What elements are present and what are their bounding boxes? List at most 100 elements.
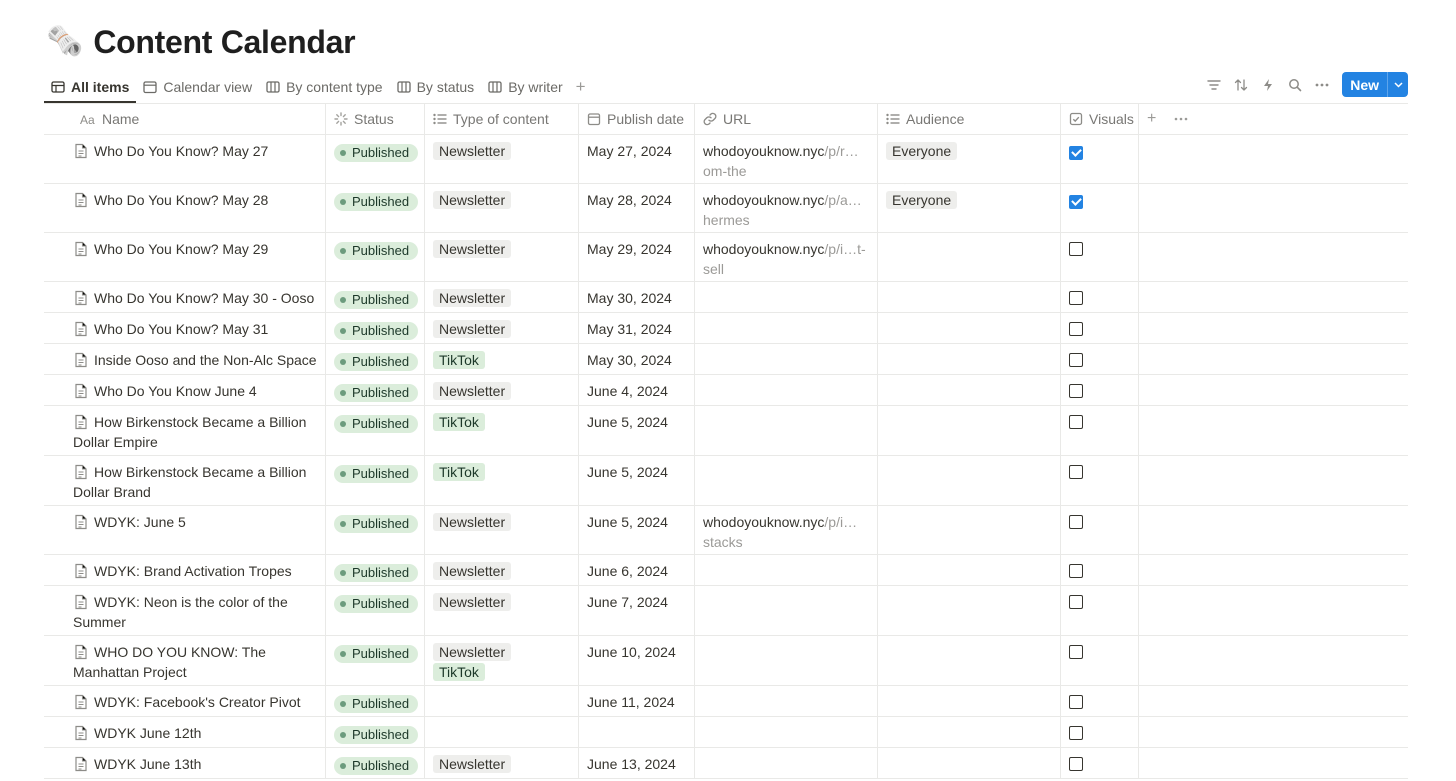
checkbox-unchecked[interactable] — [1069, 695, 1083, 709]
cell-audience[interactable]: Everyone — [878, 135, 1061, 183]
cell-audience[interactable]: Everyone — [878, 184, 1061, 232]
cell-name[interactable]: Who Do You Know? May 28 — [44, 184, 326, 232]
more-icon[interactable] — [1308, 72, 1335, 97]
table-row[interactable]: Who Do You Know June 4 Published Newslette… — [44, 375, 1408, 406]
table-row[interactable]: WDYK: Brand Activation Tropes Published Ne… — [44, 555, 1408, 586]
status-badge[interactable]: Published — [334, 384, 418, 402]
cell-date[interactable]: June 6, 2024 — [579, 555, 695, 585]
column-header-name[interactable]: Aa Name — [44, 104, 326, 134]
cell-type[interactable] — [425, 686, 579, 716]
page-icon[interactable] — [74, 241, 88, 262]
url-link[interactable]: whodoyouknow.nyc/p/i… — [703, 512, 869, 532]
status-badge[interactable]: Published — [334, 726, 418, 744]
cell-name[interactable]: How Birkenstock Became a Billion Dollar … — [44, 406, 326, 455]
table-row[interactable]: Who Do You Know? May 28 Published Newslett… — [44, 184, 1408, 233]
page-icon[interactable] — [74, 725, 88, 746]
column-header-visuals[interactable]: Visuals — [1061, 104, 1139, 134]
cell-status[interactable]: Published — [326, 748, 425, 778]
cell-visuals[interactable] — [1061, 555, 1139, 585]
cell-url[interactable]: whodoyouknow.nyc/p/a… hermes — [695, 184, 878, 232]
cell-audience[interactable] — [878, 748, 1061, 778]
cell-status[interactable]: Published — [326, 282, 425, 312]
tab-by-status[interactable]: By status — [390, 70, 482, 103]
cell-audience[interactable] — [878, 406, 1061, 455]
status-badge[interactable]: Published — [334, 695, 418, 713]
status-badge[interactable]: Published — [334, 564, 418, 582]
row-title[interactable]: Who Do You Know? May 29 — [73, 239, 317, 259]
cell-visuals[interactable] — [1061, 506, 1139, 554]
checkbox-unchecked[interactable] — [1069, 291, 1083, 305]
cell-status[interactable]: Published — [326, 686, 425, 716]
cell-name[interactable]: Who Do You Know? May 30 - Ooso — [44, 282, 326, 312]
checkbox-unchecked[interactable] — [1069, 415, 1083, 429]
status-badge[interactable]: Published — [334, 322, 418, 340]
table-row[interactable]: Who Do You Know? May 30 - Ooso Published N… — [44, 282, 1408, 313]
cell-name[interactable]: WDYK: June 5 — [44, 506, 326, 554]
cell-status[interactable]: Published — [326, 586, 425, 635]
page-icon[interactable] — [74, 143, 88, 164]
row-title[interactable]: WDYK: Facebook's Creator Pivot — [73, 692, 317, 712]
cell-type[interactable]: TikTok — [425, 456, 579, 505]
cell-url[interactable] — [695, 748, 878, 778]
row-title[interactable]: WDYK: Neon is the color of the Summer — [73, 592, 317, 632]
more-icon[interactable] — [1174, 117, 1188, 121]
column-header-audience[interactable]: Audience — [878, 104, 1061, 134]
page-title-text[interactable]: Content Calendar — [93, 24, 355, 61]
cell-status[interactable]: Published — [326, 636, 425, 685]
cell-visuals[interactable] — [1061, 375, 1139, 405]
cell-type[interactable]: Newsletter — [425, 313, 579, 343]
row-title[interactable]: WDYK: Brand Activation Tropes — [73, 561, 317, 581]
cell-date[interactable]: May 28, 2024 — [579, 184, 695, 232]
cell-audience[interactable] — [878, 344, 1061, 374]
status-badge[interactable]: Published — [334, 415, 418, 433]
cell-visuals[interactable] — [1061, 135, 1139, 183]
cell-date[interactable]: June 11, 2024 — [579, 686, 695, 716]
row-title[interactable]: WDYK June 13th — [73, 754, 317, 774]
cell-type[interactable]: Newsletter — [425, 506, 579, 554]
cell-name[interactable]: WHO DO YOU KNOW: The Manhattan Project — [44, 636, 326, 685]
table-row[interactable]: WDYK: Facebook's Creator Pivot Published J… — [44, 686, 1408, 717]
cell-status[interactable]: Published — [326, 313, 425, 343]
cell-type[interactable] — [425, 717, 579, 747]
cell-visuals[interactable] — [1061, 456, 1139, 505]
cell-url[interactable] — [695, 313, 878, 343]
cell-audience[interactable] — [878, 506, 1061, 554]
table-row[interactable]: WDYK: June 5 Published Newsletter June 5, 2… — [44, 506, 1408, 555]
cell-status[interactable]: Published — [326, 555, 425, 585]
checkbox-unchecked[interactable] — [1069, 564, 1083, 578]
cell-type[interactable]: Newsletter — [425, 555, 579, 585]
cell-type[interactable]: Newsletter TikTok — [425, 636, 579, 685]
cell-audience[interactable] — [878, 282, 1061, 312]
tab-by-writer[interactable]: By writer — [481, 70, 569, 103]
table-row[interactable]: WDYK June 12th Published — [44, 717, 1408, 748]
row-title[interactable]: WDYK June 12th — [73, 723, 317, 743]
cell-url[interactable] — [695, 586, 878, 635]
page-icon[interactable] — [74, 321, 88, 342]
page-icon[interactable] — [74, 756, 88, 777]
cell-name[interactable]: WDYK: Facebook's Creator Pivot — [44, 686, 326, 716]
checkbox-checked[interactable] — [1069, 146, 1083, 160]
row-title[interactable]: How Birkenstock Became a Billion Dollar … — [73, 412, 317, 452]
cell-audience[interactable] — [878, 717, 1061, 747]
search-icon[interactable] — [1281, 72, 1308, 97]
cell-name[interactable]: Who Do You Know? May 31 — [44, 313, 326, 343]
checkbox-unchecked[interactable] — [1069, 645, 1083, 659]
status-badge[interactable]: Published — [334, 144, 418, 162]
status-badge[interactable]: Published — [334, 645, 418, 663]
cell-name[interactable]: WDYK: Brand Activation Tropes — [44, 555, 326, 585]
checkbox-unchecked[interactable] — [1069, 726, 1083, 740]
cell-type[interactable]: Newsletter — [425, 375, 579, 405]
cell-type[interactable]: Newsletter — [425, 282, 579, 312]
add-column-icon[interactable]: + — [1147, 109, 1156, 129]
table-row[interactable]: WHO DO YOU KNOW: The Manhattan Project Pu… — [44, 636, 1408, 686]
tab-calendar-view[interactable]: Calendar view — [136, 70, 259, 103]
cell-status[interactable]: Published — [326, 717, 425, 747]
row-title[interactable]: How Birkenstock Became a Billion Dollar … — [73, 462, 317, 502]
cell-name[interactable]: How Birkenstock Became a Billion Dollar … — [44, 456, 326, 505]
checkbox-unchecked[interactable] — [1069, 242, 1083, 256]
cell-type[interactable]: Newsletter — [425, 586, 579, 635]
cell-date[interactable]: June 5, 2024 — [579, 406, 695, 455]
cell-url[interactable] — [695, 282, 878, 312]
cell-name[interactable]: Who Do You Know June 4 — [44, 375, 326, 405]
status-badge[interactable]: Published — [334, 595, 418, 613]
